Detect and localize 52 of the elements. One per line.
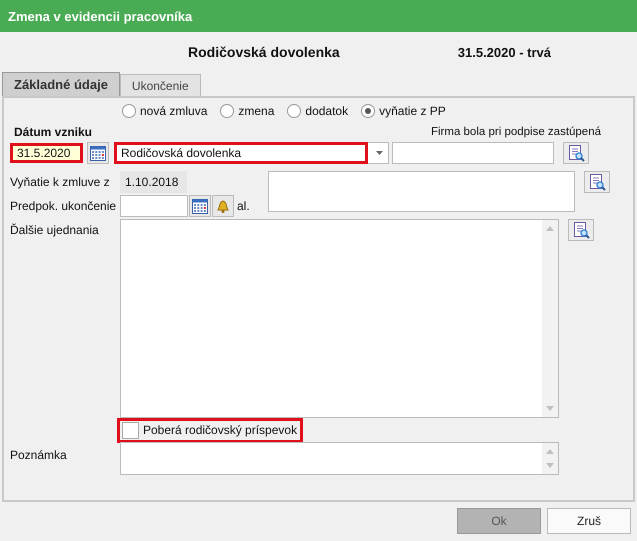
caret-icon (376, 151, 383, 155)
text-area[interactable] (268, 171, 575, 212)
document-search-icon (567, 144, 585, 162)
calendar-icon (192, 198, 208, 214)
record-title: Rodičovská dovolenka (188, 44, 340, 60)
radio-option[interactable]: vyňatie z PP (361, 104, 446, 118)
scroll-down-icon[interactable] (546, 406, 554, 411)
radio-option[interactable]: zmena (220, 104, 274, 118)
radio-label: zmena (238, 104, 274, 118)
checkbox-label: Poberá rodičovský príspevok (143, 423, 298, 437)
record-period: 31.5.2020 - trvá (458, 44, 551, 60)
tab[interactable]: Ukončenie (120, 74, 201, 96)
field-label: Dátum vzniku (14, 125, 92, 139)
radio-button[interactable] (361, 104, 376, 118)
radio-button[interactable] (287, 104, 302, 118)
window-title: Zmena v evidencii pracovníka (8, 8, 192, 24)
field-suffix: al. (237, 199, 250, 213)
type-dropdown[interactable]: Rodičovská dovolenka (114, 142, 389, 164)
scroll-up-icon[interactable] (546, 449, 554, 454)
radio-button[interactable] (122, 104, 136, 118)
lookup-button[interactable] (563, 142, 589, 164)
radio-label: dodatok (305, 104, 348, 118)
lookup-button[interactable] (568, 219, 594, 241)
scroll-down-icon[interactable] (546, 463, 554, 468)
calendar-button[interactable] (87, 142, 109, 164)
calendar-button[interactable] (189, 195, 211, 217)
field-label: Ďalšie ujednania (10, 222, 100, 237)
note-text-area[interactable] (120, 442, 559, 475)
field-label: Predpok. ukončenie (10, 199, 118, 213)
exemption-date-field: 1.10.2018 (120, 171, 187, 193)
radio-button[interactable] (220, 104, 234, 118)
radio-option[interactable]: dodatok (287, 104, 348, 118)
field-label: Poznámka (10, 447, 68, 462)
radio-option[interactable]: nová zmluva (122, 104, 208, 118)
radio-label: vyňatie z PP (379, 104, 446, 118)
end-date-field[interactable] (120, 195, 188, 217)
field-label: Vyňatie k zmluve z (10, 175, 111, 189)
radio-label: nová zmluva (140, 104, 208, 118)
bell-button[interactable] (212, 195, 234, 217)
tab[interactable]: Základné údaje (2, 72, 120, 96)
document-search-icon (588, 173, 606, 191)
representative-field[interactable] (392, 142, 554, 164)
bell-icon (215, 198, 231, 214)
dropdown-value: Rodičovská dovolenka (121, 146, 242, 160)
lookup-button[interactable] (584, 171, 610, 193)
checkbox[interactable] (122, 422, 139, 438)
scroll-up-icon[interactable] (546, 226, 554, 231)
dialog-button[interactable]: Zruš (547, 508, 631, 534)
calendar-icon (90, 146, 106, 160)
date-field[interactable]: 31.5.2020 (10, 143, 83, 163)
document-search-icon (572, 221, 590, 239)
field-label: Firma bola pri podpise zastúpená (430, 126, 601, 138)
